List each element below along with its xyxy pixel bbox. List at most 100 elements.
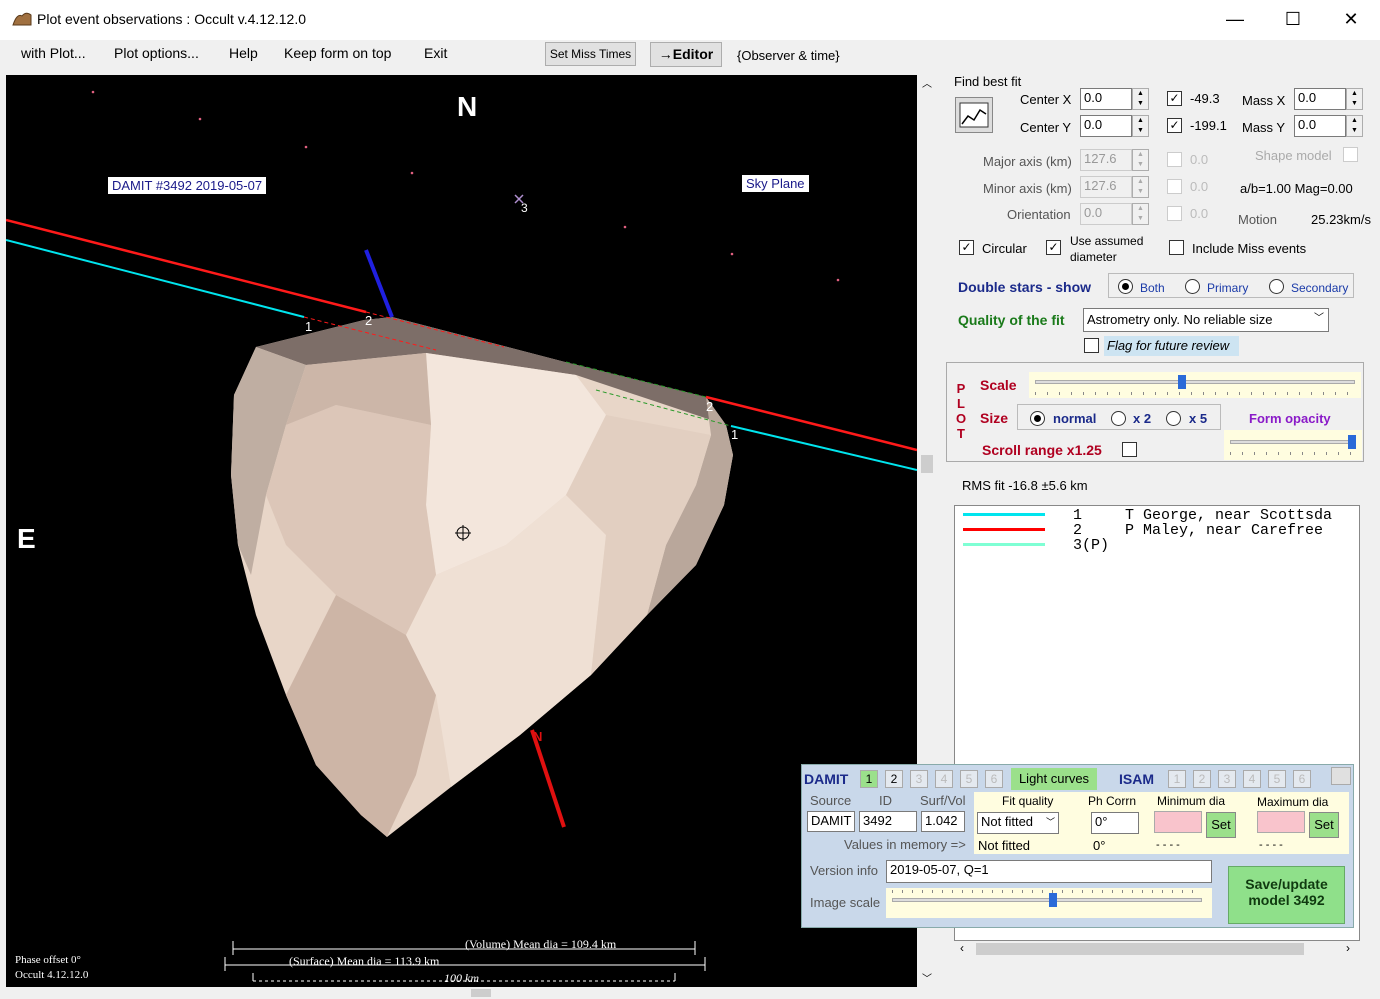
menu-exit[interactable]: Exit	[422, 45, 449, 61]
size-x2-radio[interactable]	[1111, 411, 1126, 426]
minimize-button[interactable]: —	[1206, 0, 1264, 40]
minor-axis-spinner[interactable]: ▲ ▼	[1132, 176, 1149, 198]
damit-model-1-button[interactable]: 1	[860, 770, 878, 788]
close-button[interactable]: ✕	[1322, 0, 1380, 40]
fit-quality-header: Fit quality	[1002, 794, 1054, 808]
isam-label: ISAM	[1119, 771, 1154, 787]
minor-axis-cb-value: 0.0	[1190, 179, 1209, 194]
size-label: Size	[980, 410, 1009, 426]
flag-review-checkbox[interactable]	[1084, 338, 1099, 353]
min-dia-field[interactable]	[1154, 811, 1202, 833]
minor-axis-field[interactable]: 127.6	[1080, 176, 1132, 198]
size-x5-label: x 5	[1189, 411, 1208, 426]
minor-axis-checkbox[interactable]	[1167, 179, 1182, 194]
major-axis-field[interactable]: 127.6	[1080, 149, 1132, 171]
use-assumed-checkbox[interactable]: ✓	[1046, 240, 1061, 255]
isam-model-3-button[interactable]: 3	[1218, 770, 1236, 788]
max-dia-header: Maximum dia	[1257, 795, 1329, 809]
size-normal-radio[interactable]	[1030, 411, 1045, 426]
fit-quality-value: Not fitted	[981, 814, 1034, 829]
fit-quality-dropdown[interactable]: Not fitted ﹀	[977, 812, 1059, 834]
both-radio[interactable]	[1118, 279, 1133, 294]
id-field[interactable]: 3492	[859, 811, 917, 832]
form-opacity-label: Form opacity	[1249, 411, 1331, 426]
mass-y-spinner[interactable]: ▲ ▼	[1346, 115, 1363, 137]
scale-slider-thumb[interactable]	[1178, 375, 1187, 389]
chord-label: 2	[706, 399, 714, 414]
center-y-field[interactable]: 0.0	[1080, 115, 1132, 137]
light-curves-button[interactable]: Light curves	[1011, 768, 1097, 790]
chord-label: 1	[731, 427, 739, 442]
isam-model-5-button[interactable]: 5	[1268, 770, 1286, 788]
secondary-radio[interactable]	[1269, 279, 1284, 294]
scale-slider[interactable]	[1029, 372, 1361, 398]
maximize-button[interactable]: ☐	[1264, 0, 1322, 40]
isam-model-1-button[interactable]: 1	[1168, 770, 1186, 788]
chord-label: 1	[305, 319, 313, 334]
chord-line-1-cyan	[6, 239, 305, 318]
asteroid-plot	[6, 90, 917, 982]
quality-dropdown[interactable]: Astrometry only. No reliable size ﹀	[1083, 308, 1329, 332]
menu-plot-options[interactable]: Plot options...	[112, 45, 201, 61]
memory-fit-quality: Not fitted	[978, 838, 1031, 853]
include-miss-checkbox[interactable]	[1169, 240, 1184, 255]
size-x5-radio[interactable]	[1166, 411, 1181, 426]
isam-model-4-button[interactable]: 4	[1243, 770, 1261, 788]
orientation-spinner[interactable]: ▲ ▼	[1132, 203, 1149, 225]
center-x-checkbox[interactable]: ✓	[1167, 91, 1182, 106]
right-panel-scroll[interactable]: ︿ ﹀	[918, 75, 936, 987]
id-header: ID	[879, 793, 892, 808]
source-field[interactable]: DAMIT	[807, 811, 855, 832]
damit-model-5-button[interactable]: 5	[960, 770, 978, 788]
ph-corr-header: Ph Corrn	[1088, 794, 1137, 808]
max-dia-set-button[interactable]: Set	[1309, 812, 1339, 838]
major-axis-checkbox[interactable]	[1167, 152, 1182, 167]
damit-model-2-button[interactable]: 2	[885, 770, 903, 788]
isam-model-6-button[interactable]: 6	[1293, 770, 1311, 788]
center-x-field[interactable]: 0.0	[1080, 88, 1132, 110]
menu-bar: with Plot... Plot options... Help Keep f…	[0, 40, 1380, 70]
set-miss-times-button[interactable]: Set Miss Times	[545, 42, 636, 66]
mass-x-field[interactable]: 0.0	[1294, 88, 1346, 110]
major-axis-cb-value: 0.0	[1190, 152, 1209, 167]
find-best-fit-button[interactable]	[955, 97, 993, 133]
plot-hscroll[interactable]	[6, 987, 917, 999]
plot-canvas[interactable]: N E DAMIT #3492 2019-05-07 Sky Plane 3 1…	[6, 75, 917, 987]
opacity-slider[interactable]	[1224, 430, 1362, 460]
damit-panel: DAMIT 1 2 3 4 5 6 Light curves ISAM 1 2 …	[801, 764, 1354, 928]
circular-checkbox[interactable]: ✓	[959, 240, 974, 255]
mass-x-spinner[interactable]: ▲ ▼	[1346, 88, 1363, 110]
menu-keep-on-top[interactable]: Keep form on top	[282, 45, 393, 61]
orientation-checkbox[interactable]	[1167, 206, 1182, 221]
center-x-spinner[interactable]: ▲ ▼	[1132, 88, 1149, 110]
major-axis-spinner[interactable]: ▲ ▼	[1132, 149, 1149, 171]
primary-radio[interactable]	[1185, 279, 1200, 294]
image-scale-thumb[interactable]	[1049, 893, 1058, 907]
opacity-slider-thumb[interactable]	[1348, 435, 1357, 449]
shape-model-checkbox[interactable]	[1343, 147, 1358, 162]
orientation-field[interactable]: 0.0	[1080, 203, 1132, 225]
damit-close-button[interactable]	[1331, 767, 1351, 785]
isam-model-2-button[interactable]: 2	[1193, 770, 1211, 788]
save-model-button[interactable]: Save/update model 3492	[1228, 866, 1345, 924]
mass-y-field[interactable]: 0.0	[1294, 115, 1346, 137]
observer-vscroll[interactable]	[1361, 505, 1378, 958]
damit-model-4-button[interactable]: 4	[935, 770, 953, 788]
min-dia-set-button[interactable]: Set	[1206, 812, 1236, 838]
ph-corr-field[interactable]: 0°	[1091, 812, 1139, 834]
menu-with-plot[interactable]: with Plot...	[19, 45, 88, 61]
observer-hscroll[interactable]: ‹ ›	[954, 941, 1360, 958]
chord-line-1-cyan-exit	[730, 425, 917, 471]
menu-help[interactable]: Help	[227, 45, 260, 61]
damit-model-6-button[interactable]: 6	[985, 770, 1003, 788]
version-text: Occult 4.12.12.0	[15, 969, 89, 981]
max-dia-field[interactable]	[1257, 811, 1305, 833]
center-y-spinner[interactable]: ▲ ▼	[1132, 115, 1149, 137]
scroll-range-checkbox[interactable]	[1122, 442, 1137, 457]
center-y-checkbox[interactable]: ✓	[1167, 118, 1182, 133]
center-y-value: -199.1	[1190, 118, 1227, 133]
center-y-label: Center Y	[1020, 120, 1072, 135]
version-info-label: Version info	[810, 863, 878, 878]
editor-button[interactable]: →Editor	[650, 42, 722, 67]
orientation-cb-value: 0.0	[1190, 206, 1209, 221]
